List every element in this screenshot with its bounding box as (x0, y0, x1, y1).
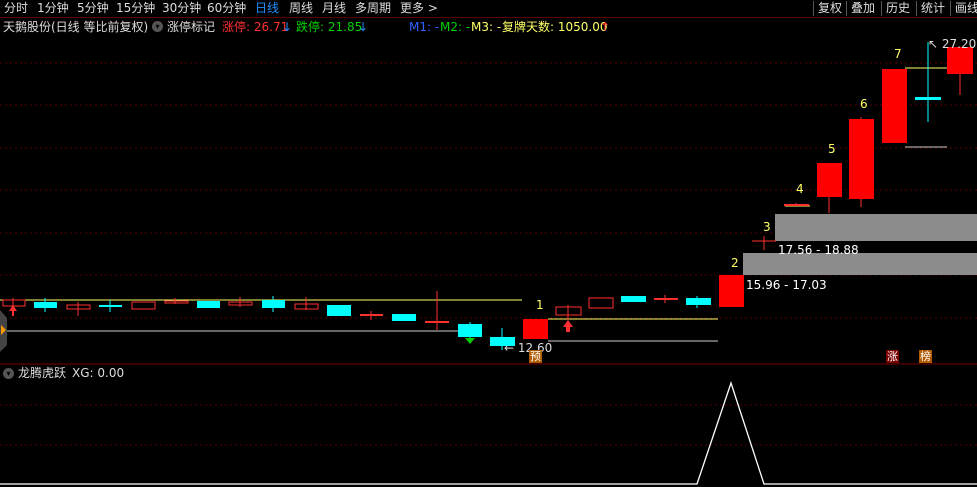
support-zone-3 (775, 214, 977, 241)
period-multi[interactable]: 多周期 (355, 0, 391, 16)
yu-badge: 预 (529, 350, 542, 363)
annotation-4: 4 (796, 182, 804, 196)
resume-days: 复牌天数: 1050.00 (502, 20, 608, 34)
down-arrow-icon: ↓ (282, 20, 293, 34)
annotation-7: 7 (894, 47, 902, 61)
m3-value: M3: - (471, 20, 502, 34)
annotation-6: 6 (860, 97, 868, 111)
stats-button[interactable]: 统计 (919, 0, 947, 16)
up-arrow-icon: ↑ (600, 20, 611, 34)
history-button[interactable]: 历史 (884, 0, 912, 16)
sell-arrow (465, 338, 475, 344)
period-more[interactable]: 更多 > (400, 0, 438, 16)
period-monthly[interactable]: 月线 (322, 0, 346, 16)
divider (846, 1, 847, 16)
zhang-badge: 涨 (886, 350, 899, 363)
annotation-5: 5 (828, 142, 836, 156)
high-price-value: 27.20 (941, 37, 977, 51)
down-arrow-icon: ↓ (358, 20, 369, 34)
m1-value: M1: - (409, 20, 440, 34)
buy-arrow-1 (9, 305, 17, 316)
period-15min[interactable]: 15分钟 (116, 0, 155, 16)
fuquan-button[interactable]: 复权 (816, 0, 844, 16)
stock-title: 天鹅股份(日线 等比前复权) (3, 20, 149, 34)
period-60min[interactable]: 60分钟 (207, 0, 246, 16)
annotation-2: 2 (731, 256, 739, 270)
high-price-label: ↖ 27.20 (928, 37, 977, 51)
period-toolbar: 分时 1分钟 5分钟 15分钟 30分钟 60分钟 日线 周线 月线 多周期 更… (0, 0, 977, 18)
period-5min[interactable]: 5分钟 (77, 0, 109, 16)
period-30min[interactable]: 30分钟 (162, 0, 201, 16)
zone-2-label: 15.96 - 17.03 (746, 278, 827, 292)
sub-indicator-name[interactable]: 龙腾虎跃 (18, 365, 66, 381)
divider (813, 1, 814, 16)
xg-line (0, 380, 977, 485)
indicator-name[interactable]: 涨停标记 (167, 18, 215, 36)
limit-up: 涨停: 26.71 (222, 20, 289, 34)
xg-value: XG: 0.00 (72, 366, 125, 380)
period-fenshi[interactable]: 分时 (4, 0, 28, 16)
sub-indicator-dropdown-icon[interactable]: ▾ (3, 368, 14, 379)
period-1min[interactable]: 1分钟 (37, 0, 69, 16)
zone-3-label: 17.56 - 18.88 (778, 243, 859, 257)
divider (881, 1, 882, 16)
limit-down: 跌停: 21.85 (296, 20, 363, 34)
period-daily[interactable]: 日线 (255, 0, 279, 16)
m2-value: M2: - (440, 20, 471, 34)
overlay-button[interactable]: 叠加 (849, 0, 877, 16)
chart-info-bar: 天鹅股份(日线 等比前复权) ▾ 涨停标记 涨停: 26.71 ↓ 跌停: 21… (0, 18, 977, 36)
period-weekly[interactable]: 周线 (289, 0, 313, 16)
indicator-dropdown-icon[interactable]: ▾ (152, 21, 163, 32)
annotation-3: 3 (763, 220, 771, 234)
candles (2, 42, 973, 350)
draw-button[interactable]: 画线 (953, 0, 977, 16)
bang-badge: 榜 (919, 350, 932, 363)
divider (916, 1, 917, 16)
buy-arrow-2 (563, 320, 573, 332)
divider (950, 1, 951, 16)
annotation-1: 1 (536, 298, 544, 312)
